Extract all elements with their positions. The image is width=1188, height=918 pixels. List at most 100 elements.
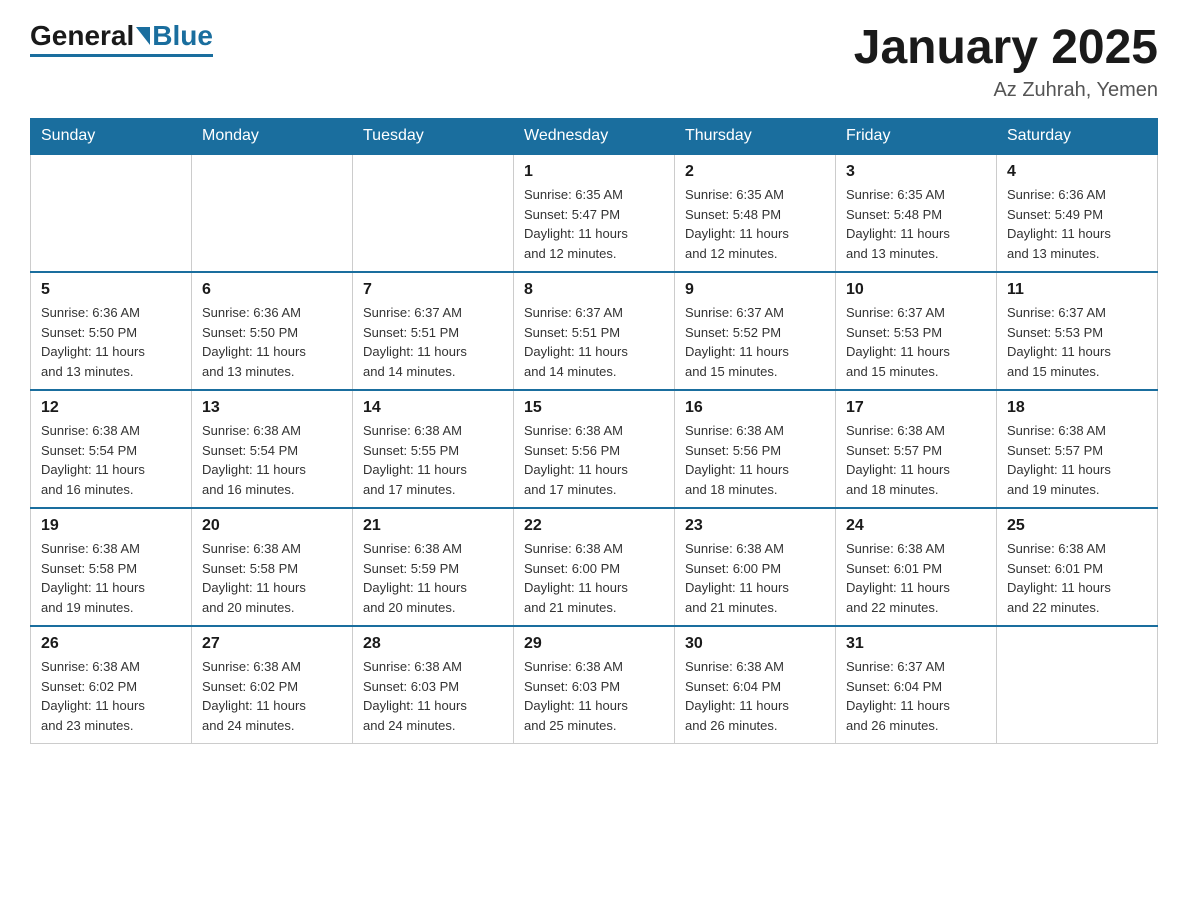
day-info: Sunrise: 6:37 AMSunset: 5:51 PMDaylight:… [524, 303, 664, 381]
day-number: 2 [685, 163, 825, 181]
day-number: 5 [41, 281, 181, 299]
day-info: Sunrise: 6:38 AMSunset: 6:04 PMDaylight:… [685, 657, 825, 735]
day-number: 21 [363, 517, 503, 535]
day-info: Sunrise: 6:38 AMSunset: 5:54 PMDaylight:… [202, 421, 342, 499]
logo-blue-text: Blue [152, 20, 213, 52]
calendar-cell-w4-d3: 29 Sunrise: 6:38 AMSunset: 6:03 PMDayligh… [514, 626, 675, 744]
calendar-cell-w3-d4: 23 Sunrise: 6:38 AMSunset: 6:00 PMDayligh… [675, 508, 836, 626]
calendar-cell-w0-d2 [353, 154, 514, 272]
day-info: Sunrise: 6:35 AMSunset: 5:48 PMDaylight:… [685, 185, 825, 263]
calendar-cell-w0-d5: 3Sunrise: 6:35 AMSunset: 5:48 PMDaylight… [836, 154, 997, 272]
calendar-week-2: 12 Sunrise: 6:38 AMSunset: 5:54 PMDayligh… [31, 390, 1158, 508]
day-info: Sunrise: 6:37 AMSunset: 5:52 PMDaylight:… [685, 303, 825, 381]
calendar-cell-w1-d4: 9 Sunrise: 6:37 AMSunset: 5:52 PMDaylight… [675, 272, 836, 390]
logo: General Blue [30, 20, 213, 57]
calendar: Sunday Monday Tuesday Wednesday Thursday… [30, 118, 1158, 744]
day-number: 9 [685, 281, 825, 299]
day-number: 11 [1007, 281, 1147, 299]
day-number: 19 [41, 517, 181, 535]
day-info: Sunrise: 6:38 AMSunset: 6:01 PMDaylight:… [846, 539, 986, 617]
calendar-cell-w4-d0: 26Sunrise: 6:38 AMSunset: 6:02 PMDayligh… [31, 626, 192, 744]
calendar-cell-w3-d2: 21 Sunrise: 6:38 AMSunset: 5:59 PMDayligh… [353, 508, 514, 626]
day-number: 18 [1007, 399, 1147, 417]
day-info: Sunrise: 6:38 AMSunset: 5:58 PMDaylight:… [41, 539, 181, 617]
calendar-cell-w3-d0: 19 Sunrise: 6:38 AMSunset: 5:58 PMDayligh… [31, 508, 192, 626]
day-number: 6 [202, 281, 342, 299]
calendar-cell-w2-d0: 12 Sunrise: 6:38 AMSunset: 5:54 PMDayligh… [31, 390, 192, 508]
day-info: Sunrise: 6:36 AMSunset: 5:50 PMDaylight:… [202, 303, 342, 381]
day-number: 26 [41, 635, 181, 653]
day-info: Sunrise: 6:36 AMSunset: 5:49 PMDaylight:… [1007, 185, 1147, 263]
calendar-cell-w1-d5: 10 Sunrise: 6:37 AMSunset: 5:53 PMDayligh… [836, 272, 997, 390]
title-area: January 2025 Az Zuhrah, Yemen [854, 20, 1158, 102]
calendar-cell-w4-d2: 28Sunrise: 6:38 AMSunset: 6:03 PMDayligh… [353, 626, 514, 744]
day-info: Sunrise: 6:37 AMSunset: 5:51 PMDaylight:… [363, 303, 503, 381]
header-friday: Friday [836, 119, 997, 155]
calendar-week-1: 5 Sunrise: 6:36 AMSunset: 5:50 PMDaylight… [31, 272, 1158, 390]
calendar-cell-w1-d3: 8 Sunrise: 6:37 AMSunset: 5:51 PMDaylight… [514, 272, 675, 390]
header-sunday: Sunday [31, 119, 192, 155]
calendar-cell-w2-d6: 18 Sunrise: 6:38 AMSunset: 5:57 PMDayligh… [997, 390, 1158, 508]
calendar-cell-w1-d2: 7 Sunrise: 6:37 AMSunset: 5:51 PMDaylight… [353, 272, 514, 390]
day-info: Sunrise: 6:38 AMSunset: 6:02 PMDaylight:… [202, 657, 342, 735]
calendar-cell-w1-d1: 6 Sunrise: 6:36 AMSunset: 5:50 PMDaylight… [192, 272, 353, 390]
header-area: General Blue January 2025 Az Zuhrah, Yem… [30, 20, 1158, 102]
calendar-cell-w2-d1: 13 Sunrise: 6:38 AMSunset: 5:54 PMDayligh… [192, 390, 353, 508]
day-info: Sunrise: 6:35 AMSunset: 5:47 PMDaylight:… [524, 185, 664, 263]
day-info: Sunrise: 6:38 AMSunset: 5:54 PMDaylight:… [41, 421, 181, 499]
day-number: 1 [524, 163, 664, 181]
day-info: Sunrise: 6:38 AMSunset: 6:00 PMDaylight:… [685, 539, 825, 617]
day-number: 27 [202, 635, 342, 653]
header-thursday: Thursday [675, 119, 836, 155]
calendar-cell-w2-d4: 16 Sunrise: 6:38 AMSunset: 5:56 PMDayligh… [675, 390, 836, 508]
day-info: Sunrise: 6:38 AMSunset: 6:01 PMDaylight:… [1007, 539, 1147, 617]
day-number: 20 [202, 517, 342, 535]
logo-arrow-icon [136, 27, 150, 45]
day-info: Sunrise: 6:38 AMSunset: 5:57 PMDaylight:… [846, 421, 986, 499]
day-info: Sunrise: 6:38 AMSunset: 5:59 PMDaylight:… [363, 539, 503, 617]
calendar-cell-w2-d5: 17 Sunrise: 6:38 AMSunset: 5:57 PMDayligh… [836, 390, 997, 508]
day-number: 24 [846, 517, 986, 535]
day-number: 12 [41, 399, 181, 417]
day-info: Sunrise: 6:38 AMSunset: 6:03 PMDaylight:… [524, 657, 664, 735]
header-wednesday: Wednesday [514, 119, 675, 155]
calendar-cell-w0-d0 [31, 154, 192, 272]
day-number: 22 [524, 517, 664, 535]
day-info: Sunrise: 6:38 AMSunset: 6:03 PMDaylight:… [363, 657, 503, 735]
day-number: 31 [846, 635, 986, 653]
month-title: January 2025 [854, 20, 1158, 75]
day-number: 7 [363, 281, 503, 299]
calendar-cell-w3-d3: 22Sunrise: 6:38 AMSunset: 6:00 PMDayligh… [514, 508, 675, 626]
calendar-cell-w1-d6: 11 Sunrise: 6:37 AMSunset: 5:53 PMDayligh… [997, 272, 1158, 390]
day-number: 23 [685, 517, 825, 535]
calendar-header-row: Sunday Monday Tuesday Wednesday Thursday… [31, 119, 1158, 155]
calendar-cell-w4-d1: 27 Sunrise: 6:38 AMSunset: 6:02 PMDayligh… [192, 626, 353, 744]
calendar-cell-w0-d4: 2 Sunrise: 6:35 AMSunset: 5:48 PMDaylight… [675, 154, 836, 272]
calendar-cell-w4-d6 [997, 626, 1158, 744]
header-saturday: Saturday [997, 119, 1158, 155]
day-number: 13 [202, 399, 342, 417]
day-info: Sunrise: 6:38 AMSunset: 5:57 PMDaylight:… [1007, 421, 1147, 499]
calendar-week-4: 26 Sunrise: 6:38 AMSunset: 6:02 PMDayligh… [31, 626, 1158, 744]
day-number: 17 [846, 399, 986, 417]
day-info: Sunrise: 6:38 AMSunset: 5:58 PMDaylight:… [202, 539, 342, 617]
day-number: 29 [524, 635, 664, 653]
day-info: Sunrise: 6:37 AMSunset: 5:53 PMDaylight:… [846, 303, 986, 381]
day-number: 8 [524, 281, 664, 299]
calendar-cell-w0-d3: 1 Sunrise: 6:35 AMSunset: 5:47 PMDaylight… [514, 154, 675, 272]
calendar-cell-w3-d5: 24 Sunrise: 6:38 AMSunset: 6:01 PMDayligh… [836, 508, 997, 626]
calendar-cell-w3-d1: 20 Sunrise: 6:38 AMSunset: 5:58 PMDayligh… [192, 508, 353, 626]
day-info: Sunrise: 6:38 AMSunset: 5:56 PMDaylight:… [685, 421, 825, 499]
calendar-cell-w4-d5: 31Sunrise: 6:37 AMSunset: 6:04 PMDayligh… [836, 626, 997, 744]
day-number: 4 [1007, 163, 1147, 181]
calendar-cell-w3-d6: 25Sunrise: 6:38 AMSunset: 6:01 PMDayligh… [997, 508, 1158, 626]
day-info: Sunrise: 6:35 AMSunset: 5:48 PMDaylight:… [846, 185, 986, 263]
day-number: 10 [846, 281, 986, 299]
calendar-cell-w1-d0: 5Sunrise: 6:36 AMSunset: 5:50 PMDaylight… [31, 272, 192, 390]
day-number: 16 [685, 399, 825, 417]
header-tuesday: Tuesday [353, 119, 514, 155]
day-number: 14 [363, 399, 503, 417]
day-number: 30 [685, 635, 825, 653]
calendar-week-3: 19 Sunrise: 6:38 AMSunset: 5:58 PMDayligh… [31, 508, 1158, 626]
day-info: Sunrise: 6:37 AMSunset: 5:53 PMDaylight:… [1007, 303, 1147, 381]
